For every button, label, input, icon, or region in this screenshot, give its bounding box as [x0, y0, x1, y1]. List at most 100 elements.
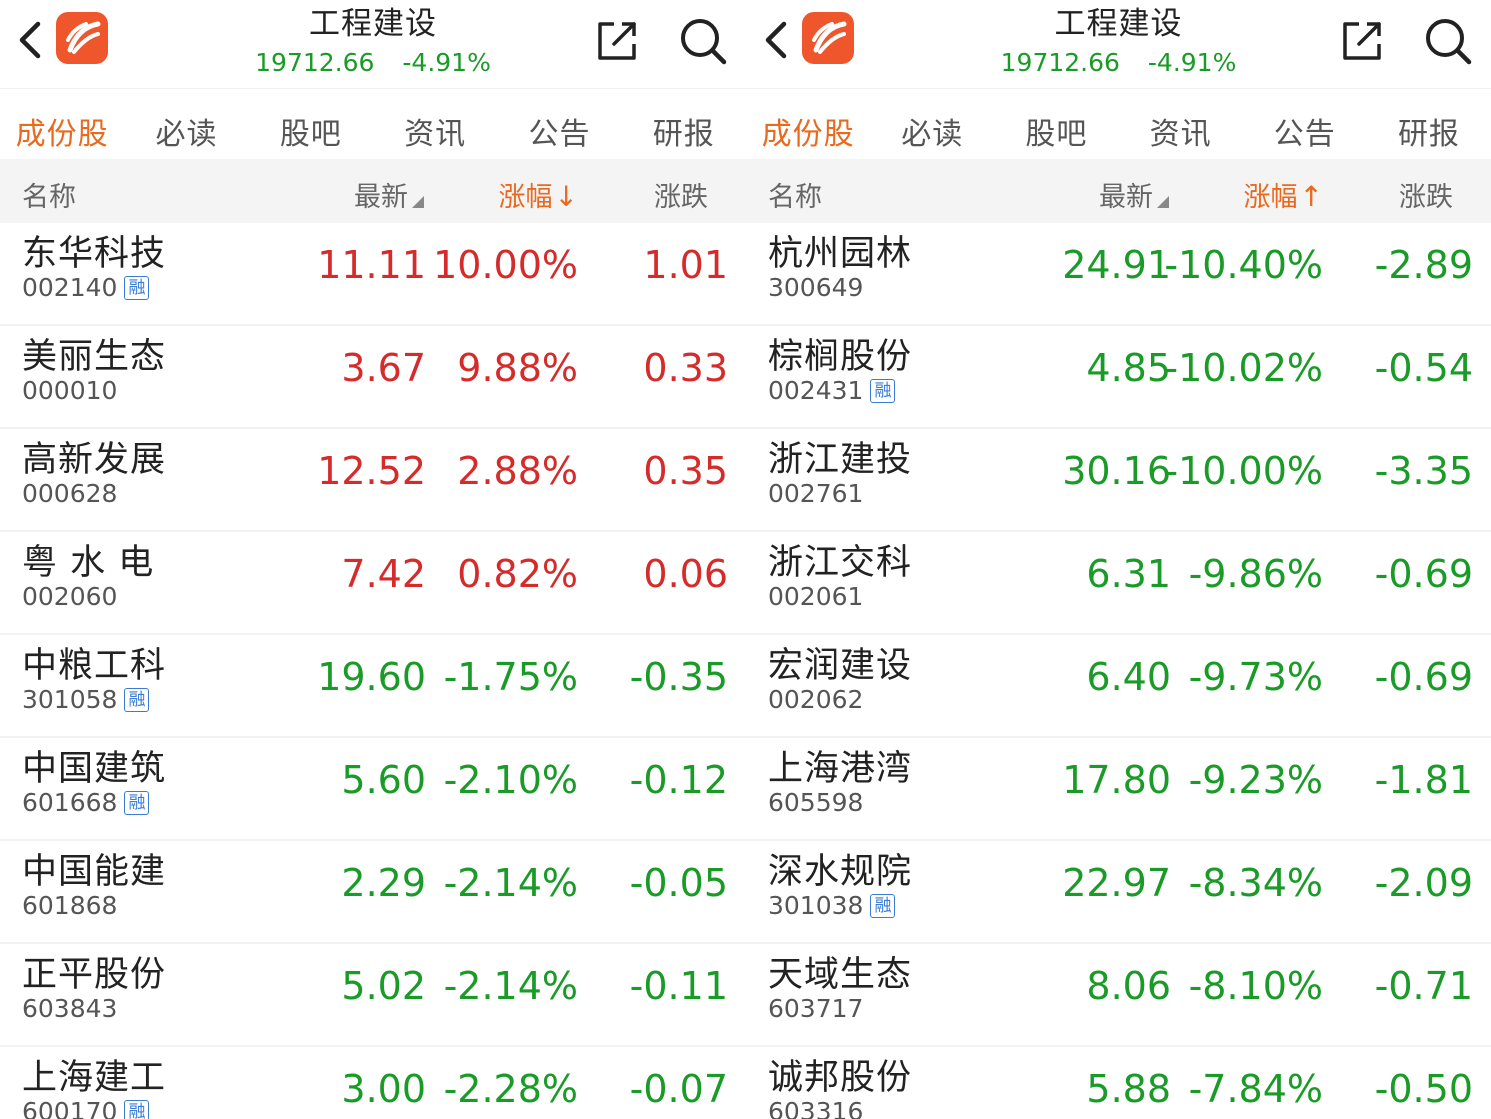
stock-code-line: 603717 — [768, 994, 863, 1023]
col-pct[interactable]: 涨幅↓ — [499, 175, 578, 214]
share-icon[interactable] — [1339, 18, 1385, 64]
stock-row[interactable]: 中国能建 601868 2.29 -2.14% -0.05 — [0, 841, 746, 944]
stock-name: 宏润建设 — [768, 646, 913, 686]
stock-row[interactable]: 中国建筑 601668 融 5.60 -2.10% -0.12 — [0, 738, 746, 841]
margin-trading-badge: 融 — [124, 688, 150, 712]
stock-pct-change: 9.88% — [457, 346, 578, 390]
col-pct-label: 涨幅 — [1243, 182, 1298, 213]
stock-code: 603717 — [768, 994, 864, 1023]
stock-pct-change: -9.86% — [1188, 552, 1323, 596]
stock-price: 6.31 — [1086, 552, 1171, 596]
search-icon[interactable] — [1421, 14, 1475, 68]
stock-name: 粤 水 电 — [22, 543, 155, 583]
tab-forum[interactable]: 股吧 — [249, 89, 373, 153]
tab-announcements[interactable]: 公告 — [1243, 89, 1367, 153]
stock-name: 天域生态 — [768, 955, 913, 995]
stock-code-line: 002431 融 — [768, 376, 896, 405]
column-header: 名称 最新 涨幅↑ 涨跌 — [746, 159, 1491, 223]
stock-row[interactable]: 东华科技 002140 融 11.11 10.00% 1.01 — [0, 223, 746, 326]
tab-must-read[interactable]: 必读 — [870, 89, 994, 153]
stock-name: 浙江建投 — [768, 440, 913, 480]
stock-name: 高新发展 — [22, 440, 167, 480]
margin-trading-badge: 融 — [870, 379, 896, 403]
stock-code-line: 300649 — [768, 273, 863, 302]
stock-name: 东华科技 — [22, 234, 167, 274]
col-price[interactable]: 最新 — [354, 175, 424, 214]
stock-price: 3.67 — [341, 346, 426, 390]
stock-code: 000628 — [22, 479, 118, 508]
stock-price: 11.11 — [317, 243, 426, 287]
col-change[interactable]: 涨跌 — [654, 175, 708, 214]
stock-change: 0.35 — [643, 449, 728, 493]
col-change[interactable]: 涨跌 — [1399, 175, 1453, 214]
stock-row[interactable]: 诚邦股份 603316 5.88 -7.84% -0.50 — [746, 1047, 1491, 1119]
stock-change: -0.11 — [629, 964, 728, 1008]
stock-row[interactable]: 粤 水 电 002060 7.42 0.82% 0.06 — [0, 532, 746, 635]
stock-price: 5.02 — [341, 964, 426, 1008]
sort-down-arrow-icon: ↓ — [554, 180, 578, 213]
stock-code-line: 601868 — [22, 891, 117, 920]
margin-trading-badge: 融 — [870, 894, 896, 918]
stock-row[interactable]: 宏润建设 002062 6.40 -9.73% -0.69 — [746, 635, 1491, 738]
stock-row[interactable]: 棕榈股份 002431 融 4.85 -10.02% -0.54 — [746, 326, 1491, 429]
stock-code-line: 002061 — [768, 582, 863, 611]
stock-pct-change: -2.14% — [443, 964, 578, 1008]
stock-code: 300649 — [768, 273, 864, 302]
margin-trading-badge: 融 — [124, 276, 150, 300]
share-icon[interactable] — [594, 18, 640, 64]
stock-name: 诚邦股份 — [768, 1058, 913, 1098]
tab-research[interactable]: 研报 — [1367, 89, 1491, 153]
col-price-label: 最新 — [354, 182, 408, 213]
stock-row[interactable]: 浙江建投 002761 30.16 -10.00% -3.35 — [746, 429, 1491, 532]
stock-change: -2.09 — [1374, 861, 1473, 905]
col-price[interactable]: 最新 — [1099, 175, 1169, 214]
stock-price: 17.80 — [1062, 758, 1171, 802]
screens-container: 工程建设 19712.66 -4.91% 成份股 必读 股吧 资讯 公告 研报 … — [0, 0, 1491, 1119]
stock-price: 12.52 — [317, 449, 426, 493]
stock-row[interactable]: 杭州园林 300649 24.91 -10.40% -2.89 — [746, 223, 1491, 326]
stock-row[interactable]: 上海港湾 605598 17.80 -9.23% -1.81 — [746, 738, 1491, 841]
stock-code-line: 002060 — [22, 582, 117, 611]
search-icon[interactable] — [676, 14, 730, 68]
tab-news[interactable]: 资讯 — [1119, 89, 1243, 153]
stock-row[interactable]: 上海建工 600170 融 3.00 -2.28% -0.07 — [0, 1047, 746, 1119]
tab-research[interactable]: 研报 — [622, 89, 746, 153]
stock-name: 杭州园林 — [768, 234, 913, 274]
stock-change: 1.01 — [643, 243, 728, 287]
stock-row[interactable]: 浙江交科 002061 6.31 -9.86% -0.69 — [746, 532, 1491, 635]
index-pct: -4.91% — [1147, 48, 1237, 77]
margin-trading-badge: 融 — [124, 1100, 150, 1119]
tab-constituents[interactable]: 成份股 — [746, 89, 870, 153]
stock-pct-change: -9.23% — [1188, 758, 1323, 802]
stock-code: 600170 — [22, 1097, 118, 1119]
stock-name: 棕榈股份 — [768, 337, 913, 377]
stock-code-line: 002761 — [768, 479, 863, 508]
stock-pct-change: -10.00% — [1164, 449, 1323, 493]
stock-change: -0.05 — [629, 861, 728, 905]
stock-row[interactable]: 高新发展 000628 12.52 2.88% 0.35 — [0, 429, 746, 532]
col-pct[interactable]: 涨幅↑ — [1244, 175, 1323, 214]
stock-row[interactable]: 深水规院 301038 融 22.97 -8.34% -2.09 — [746, 841, 1491, 944]
stock-price: 2.29 — [341, 861, 426, 905]
stock-list: 东华科技 002140 融 11.11 10.00% 1.01 美丽生态 000010 3.67… — [0, 223, 746, 1119]
stock-price: 22.97 — [1062, 861, 1171, 905]
stock-code: 000010 — [22, 376, 118, 405]
stock-row[interactable]: 中粮工科 301058 融 19.60 -1.75% -0.35 — [0, 635, 746, 738]
stock-pct-change: -10.40% — [1164, 243, 1323, 287]
tab-forum[interactable]: 股吧 — [994, 89, 1118, 153]
tab-announcements[interactable]: 公告 — [497, 89, 621, 153]
col-name: 名称 — [768, 182, 822, 213]
tab-constituents[interactable]: 成份股 — [0, 89, 124, 153]
stock-row[interactable]: 天域生态 603717 8.06 -8.10% -0.71 — [746, 944, 1491, 1047]
stock-pct-change: -8.10% — [1188, 964, 1323, 1008]
stock-code-line: 601668 融 — [22, 788, 150, 817]
stock-code: 002761 — [768, 479, 864, 508]
stock-row[interactable]: 美丽生态 000010 3.67 9.88% 0.33 — [0, 326, 746, 429]
stock-name: 上海港湾 — [768, 749, 913, 789]
stock-code: 601868 — [22, 891, 118, 920]
stock-row[interactable]: 正平股份 603843 5.02 -2.14% -0.11 — [0, 944, 746, 1047]
tab-must-read[interactable]: 必读 — [124, 89, 248, 153]
stock-pct-change: 10.00% — [433, 243, 578, 287]
tab-news[interactable]: 资讯 — [373, 89, 497, 153]
sort-indicator-icon — [1157, 196, 1169, 208]
